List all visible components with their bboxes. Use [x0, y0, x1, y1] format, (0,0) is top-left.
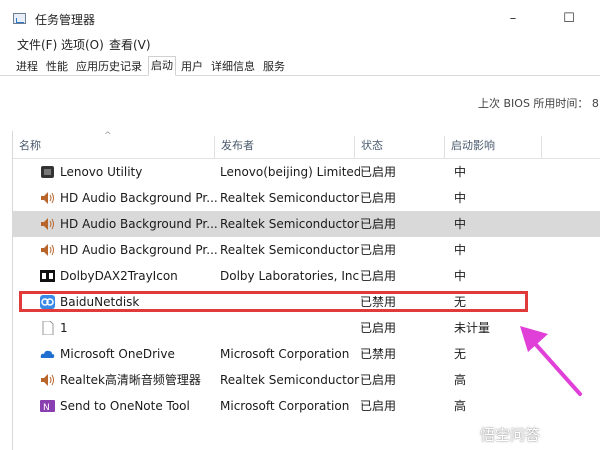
row-name: 1: [60, 321, 68, 335]
row-name: Send to OneNote Tool: [60, 399, 190, 413]
highlight-box: [19, 291, 528, 312]
maximize-button[interactable]: ☐: [547, 6, 591, 32]
row-publisher: Microsoft Corporation: [220, 347, 350, 361]
menu-file[interactable]: 文件(F): [17, 36, 57, 53]
watermark: 悟空问答: [480, 426, 541, 444]
row-status: 已启用: [360, 373, 397, 387]
row-name: HD Audio Background Pr...: [60, 217, 218, 231]
tab-startup[interactable]: 启动: [148, 56, 176, 76]
speaker-icon: [41, 192, 54, 204]
speaker-icon: [41, 218, 54, 230]
window-title: 任务管理器: [35, 13, 96, 27]
row-publisher: Realtek Semiconductor: [220, 373, 360, 387]
row-name: Realtek高清晰音频管理器: [60, 373, 201, 387]
speaker-icon: [41, 374, 54, 386]
row-name: HD Audio Background Pr...: [60, 191, 218, 205]
tab-users[interactable]: 用户: [181, 58, 203, 74]
row-publisher: Realtek Semiconductor: [220, 243, 360, 257]
row-impact: 中: [454, 217, 467, 231]
row-impact: 中: [454, 191, 467, 205]
lenovo-icon: [41, 166, 54, 178]
column-publisher[interactable]: 发布者: [215, 136, 355, 158]
table-row[interactable]: HD Audio Background Pr... Realtek Semico…: [13, 237, 600, 263]
table-row-selected[interactable]: HD Audio Background Pr... Realtek Semico…: [13, 211, 600, 237]
row-status: 已启用: [360, 217, 397, 231]
row-status: 已启用: [360, 191, 397, 205]
row-name: Microsoft OneDrive: [60, 347, 175, 361]
row-publisher: Realtek Semiconductor: [220, 217, 360, 231]
column-header: 名称 发布者 状态 启动影响: [13, 136, 600, 159]
menu-view[interactable]: 查看(V): [109, 36, 151, 53]
tab-app-history[interactable]: 应用历史记录: [76, 58, 142, 74]
row-impact: 中: [454, 165, 467, 179]
tab-processes[interactable]: 进程: [16, 58, 38, 74]
dolby-icon: [40, 270, 55, 282]
row-status: 已启用: [360, 269, 397, 283]
tab-services[interactable]: 服务: [263, 58, 285, 74]
row-status: 已禁用: [360, 347, 397, 361]
row-impact: 中: [454, 243, 467, 257]
row-name: Lenovo Utility: [60, 165, 143, 179]
column-status[interactable]: 状态: [355, 136, 445, 158]
tab-bar: 进程 性能 应用历史记录 启动 用户 详细信息 服务: [0, 56, 600, 76]
onedrive-icon: [40, 350, 55, 358]
minimize-button[interactable]: –: [491, 6, 535, 32]
column-impact[interactable]: 启动影响: [445, 136, 541, 158]
tab-performance[interactable]: 性能: [46, 58, 68, 74]
row-name: DolbyDAX2TrayIcon: [60, 269, 178, 283]
tab-details[interactable]: 详细信息: [211, 58, 255, 74]
task-manager-icon: [13, 13, 26, 24]
last-bios-time: 上次 BIOS 所用时间： 8: [478, 97, 599, 110]
table-row[interactable]: DolbyDAX2TrayIcon Dolby Laboratories, In…: [13, 263, 600, 289]
row-name: HD Audio Background Pr...: [60, 243, 218, 257]
svg-text:N: N: [43, 403, 50, 413]
row-status: 已启用: [360, 321, 397, 335]
row-publisher: Microsoft Corporation: [220, 399, 350, 413]
column-divider[interactable]: [541, 136, 542, 158]
watermark-icon: [455, 424, 477, 440]
row-publisher: Lenovo(beijing) Limited: [220, 165, 360, 179]
table-row[interactable]: Lenovo Utility Lenovo(beijing) Limited 已…: [13, 159, 600, 185]
row-publisher: [220, 315, 360, 341]
title-bar: 任务管理器 – ☐: [0, 0, 600, 34]
column-name[interactable]: 名称: [13, 136, 213, 158]
pointer-arrow-icon: [520, 326, 582, 396]
row-status: 已启用: [360, 243, 397, 257]
row-publisher: Realtek Semiconductor: [220, 191, 360, 205]
row-status: 已启用: [360, 165, 397, 179]
row-impact: 中: [454, 269, 467, 283]
row-status: 已启用: [360, 399, 397, 413]
row-publisher: Dolby Laboratories, Inc.: [220, 269, 360, 283]
table-row[interactable]: HD Audio Background Pr... Realtek Semico…: [13, 185, 600, 211]
menu-options[interactable]: 选项(O): [61, 36, 104, 53]
speaker-icon: [41, 244, 54, 256]
onenote-icon: N: [40, 400, 55, 413]
file-icon: [42, 321, 54, 335]
menu-bar: 文件(F) 选项(O) 查看(V): [0, 36, 600, 56]
